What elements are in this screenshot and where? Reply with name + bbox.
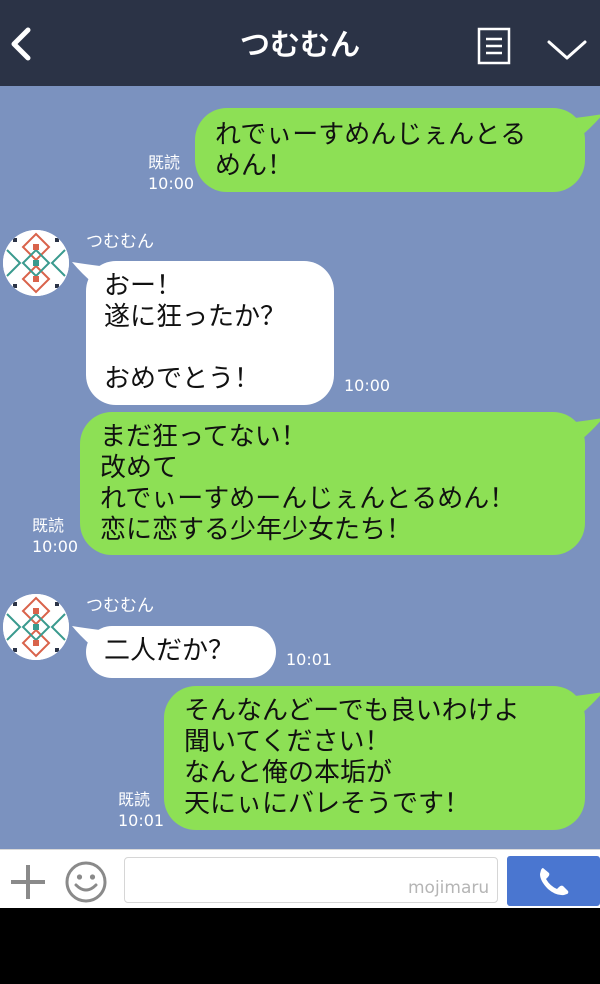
bubble-tail (575, 114, 600, 136)
bubble-tail (575, 418, 600, 440)
message-time: 10:01 (118, 811, 165, 830)
outgoing-message-bubble[interactable]: れでぃーすめんじぇんとる めん！ (195, 108, 585, 192)
outgoing-message-bubble[interactable]: まだ狂ってない！ 改めて れでぃーすめーんじぇんとるめん！ 恋に恋する少年少女た… (80, 412, 585, 555)
read-receipt: 既読 10:01 (118, 789, 164, 831)
watermark-text: mojimaru (408, 878, 490, 898)
incoming-message-bubble[interactable]: 二人だか？ (86, 626, 276, 678)
message-time: 10:00 (32, 537, 79, 556)
call-button[interactable] (507, 856, 600, 906)
read-receipt: 既読 10:00 (32, 515, 78, 557)
plus-icon[interactable] (8, 862, 48, 902)
sender-name: つむむん (86, 232, 154, 252)
chat-area[interactable]: 既読 10:00 れでぃーすめんじぇんとる めん！ つむむん おー！ 遂に狂った… (0, 86, 600, 849)
document-list-icon[interactable] (476, 26, 512, 66)
read-label: 既読 (118, 790, 151, 809)
bubble-tail (575, 692, 600, 714)
message-time: 10:00 (148, 174, 195, 193)
read-receipt: 既読 10:00 (148, 152, 194, 194)
message-time: 10:01 (286, 650, 333, 669)
read-label: 既読 (32, 516, 65, 535)
phone-icon (540, 868, 569, 896)
sender-name: つむむん (86, 596, 154, 616)
incoming-message-bubble[interactable]: おー！ 遂に狂ったか？ おめでとう！ (86, 261, 334, 405)
screen-bottom (0, 908, 600, 984)
chat-header: つむむん (0, 0, 600, 86)
contact-avatar[interactable] (3, 594, 69, 660)
read-label: 既読 (148, 153, 181, 172)
message-time: 10:00 (344, 376, 391, 395)
contact-avatar[interactable] (3, 230, 69, 296)
avatar-pattern-icon (3, 594, 69, 660)
outgoing-message-bubble[interactable]: そんなんどーでも良いわけよ 聞いてください！ なんと俺の本垢が 天にぃにバレそう… (164, 686, 585, 830)
smiley-icon[interactable] (64, 860, 108, 904)
avatar-pattern-icon (3, 230, 69, 296)
chevron-down-icon[interactable] (544, 34, 590, 64)
message-input-bar: mojimaru (0, 849, 600, 909)
